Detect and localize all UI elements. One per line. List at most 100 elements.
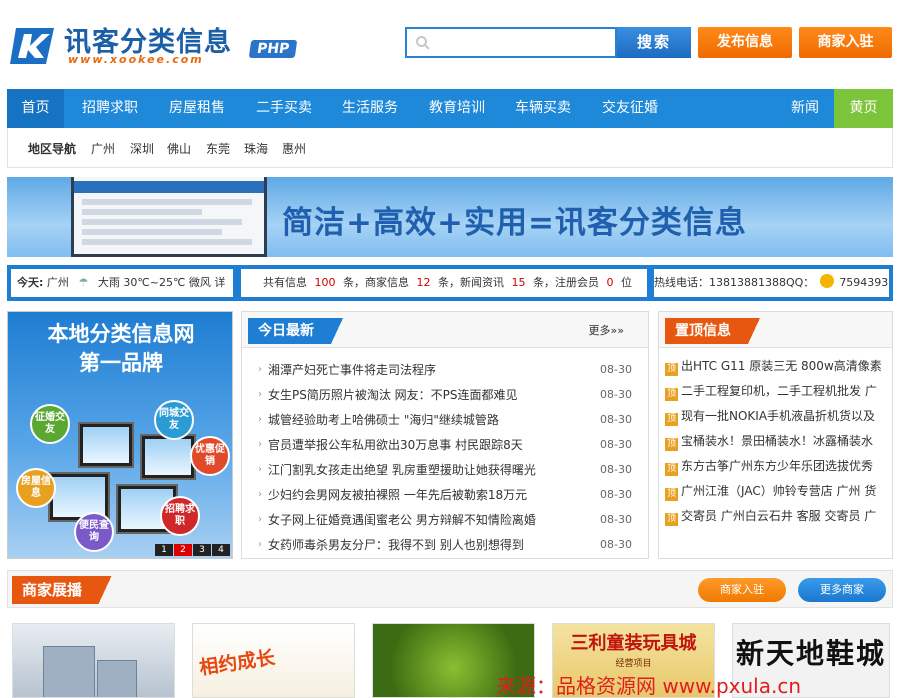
nav-item-dating[interactable]: 交友征婚 xyxy=(592,89,668,128)
site-stats: 共有信息 100 条，商家信息 12 条，新闻资讯 15 条，注册会员 0 位 xyxy=(241,269,647,297)
thumb-text: 新天地鞋城 xyxy=(735,637,886,670)
news-row[interactable]: › 江门割乳女孩走出绝望 乳房重塑援助让她获得曙光 08-30 xyxy=(258,460,632,480)
pinned-title[interactable]: 广州江淮（JAC）帅铃专营店 广州 货 xyxy=(681,484,876,498)
pager-dot[interactable]: 4 xyxy=(212,544,230,556)
nav-item-yellowpages[interactable]: 黄页 xyxy=(834,89,893,128)
bullet-icon: › xyxy=(258,414,262,425)
search-input[interactable] xyxy=(437,31,613,55)
news-title[interactable]: 女生PS简历照片被淘汰 网友：不PS连面都难见 xyxy=(268,385,518,405)
news-row[interactable]: › 女生PS简历照片被淘汰 网友：不PS连面都难见 08-30 xyxy=(258,385,632,405)
logo-url: www.xookee.com xyxy=(68,53,204,66)
pinned-row[interactable]: 顶二手工程复印机，二手工程机批发 广 xyxy=(665,381,887,401)
promo-slideshow[interactable]: 本地分类信息网 第一品牌 征婚交友 同城交友 优惠促销 房屋信息 招聘求职 便民… xyxy=(7,311,233,559)
pinned-title[interactable]: 出HTC G11 原装三无 800w高清像素 xyxy=(681,359,882,373)
news-title[interactable]: 官员遭举报公车私用欲出30万息事 村民跟踪8天 xyxy=(268,435,523,455)
news-row[interactable]: › 城管经验助考上哈佛硕士 "海归"继续城管路 08-30 xyxy=(258,410,632,430)
news-title[interactable]: 湘潭产妇死亡事件将走司法程序 xyxy=(268,360,436,380)
panel-title: 今日最新 xyxy=(248,318,344,344)
nav-item-jobs[interactable]: 招聘求职 xyxy=(72,89,148,128)
bullet-icon: › xyxy=(258,364,262,375)
pinned-badge-icon: 顶 xyxy=(665,413,678,426)
news-title[interactable]: 女药师毒杀男友分尸：我得不到 别人也别想得到 xyxy=(268,535,524,555)
more-merchants-button[interactable]: 更多商家 xyxy=(798,578,886,602)
bullet-icon: › xyxy=(258,539,262,550)
stats-info-count: 100 xyxy=(314,276,336,289)
pinned-title[interactable]: 宝桶装水！景田桶装水！冰露桶装水 xyxy=(681,434,873,448)
stats-mid3: 条，注册会员 xyxy=(533,276,599,289)
promo-title-line2: 第一品牌 xyxy=(79,351,163,375)
more-link[interactable]: 更多»» xyxy=(589,322,624,338)
region-city-link[interactable]: 深圳 xyxy=(130,140,154,157)
region-city-link[interactable]: 惠州 xyxy=(282,140,306,157)
pinned-title[interactable]: 交寄员 广州白云石井 客服 交寄员 广 xyxy=(681,509,876,523)
promo-bubble: 优惠促销 xyxy=(190,436,230,476)
pinned-row[interactable]: 顶出HTC G11 原装三无 800w高清像素 xyxy=(665,356,887,376)
promo-banner[interactable]: 简洁+高效+实用=讯客分类信息 xyxy=(7,177,893,257)
business-join-button[interactable]: 商家入驻 xyxy=(799,27,892,58)
merchant-thumb[interactable]: 相约成长 xyxy=(192,623,355,698)
bullet-icon: › xyxy=(258,439,262,450)
search-icon xyxy=(416,36,430,50)
slideshow-pager: 1 2 3 4 xyxy=(155,544,230,556)
news-row[interactable]: › 湘潭产妇死亡事件将走司法程序 08-30 xyxy=(258,360,632,380)
pinned-row[interactable]: 顶现有一批NOKIA手机液晶折机货以及 xyxy=(665,406,887,426)
merchant-thumb[interactable] xyxy=(12,623,175,698)
pinned-badge-icon: 顶 xyxy=(665,488,678,501)
news-row[interactable]: › 官员遭举报公车私用欲出30万息事 村民跟踪8天 08-30 xyxy=(258,435,632,455)
stats-prefix: 共有信息 xyxy=(263,276,307,289)
panel-header: 今日最新 更多»» xyxy=(242,312,648,348)
weather-label: 今天: xyxy=(17,276,44,289)
nav-item-housing[interactable]: 房屋租售 xyxy=(159,89,235,128)
news-title[interactable]: 女子网上征婚竟遇闺蜜老公 男方辩解不知情险离婚 xyxy=(268,510,536,530)
news-title[interactable]: 城管经验助考上哈佛硕士 "海归"继续城管路 xyxy=(268,410,499,430)
pinned-title[interactable]: 东方古筝广州东方少年乐团选拔优秀 xyxy=(681,459,873,473)
bullet-icon: › xyxy=(258,389,262,400)
qq-icon[interactable] xyxy=(819,274,834,288)
pinned-row[interactable]: 顶广州江淮（JAC）帅铃专营店 广州 货 xyxy=(665,481,887,501)
pinned-row[interactable]: 顶宝桶装水！景田桶装水！冰露桶装水 xyxy=(665,431,887,451)
news-row[interactable]: › 女子网上征婚竟遇闺蜜老公 男方辩解不知情险离婚 08-30 xyxy=(258,510,632,530)
merchant-join-button[interactable]: 商家入驻 xyxy=(698,578,786,602)
banner-slogan: 简洁+高效+实用=讯客分类信息 xyxy=(282,205,747,241)
region-city-link[interactable]: 广州 xyxy=(91,140,115,157)
weather-text[interactable]: 大雨 30℃~25℃ 微风 详 xyxy=(98,276,225,289)
nav-item-home[interactable]: 首页 xyxy=(7,89,64,128)
pinned-badge-icon: 顶 xyxy=(665,513,678,526)
pager-dot[interactable]: 3 xyxy=(193,544,211,556)
pinned-badge-icon: 顶 xyxy=(665,438,678,451)
pinned-row[interactable]: 顶东方古筝广州东方少年乐团选拔优秀 xyxy=(665,456,887,476)
region-city-link[interactable]: 东莞 xyxy=(206,140,230,157)
pinned-title[interactable]: 二手工程复印机，二手工程机批发 广 xyxy=(681,384,877,398)
news-date: 08-30 xyxy=(600,488,632,501)
bullet-icon: › xyxy=(258,489,262,500)
news-title[interactable]: 少妇约会男网友被拍裸照 一年先后被勒索18万元 xyxy=(268,485,527,505)
contact-qq[interactable]: 75943938 xyxy=(839,276,889,289)
pinned-badge-icon: 顶 xyxy=(665,388,678,401)
site-logo[interactable]: 讯客分类信息 www.xookee.com PHP xyxy=(10,22,300,68)
pager-dot[interactable]: 2 xyxy=(174,544,192,556)
nav-item-vehicles[interactable]: 车辆买卖 xyxy=(505,89,581,128)
pager-dot[interactable]: 1 xyxy=(155,544,173,556)
pinned-title[interactable]: 现有一批NOKIA手机液晶折机货以及 xyxy=(681,409,875,423)
region-city-link[interactable]: 珠海 xyxy=(244,140,268,157)
nav-item-secondhand[interactable]: 二手买卖 xyxy=(246,89,322,128)
nav-item-services[interactable]: 生活服务 xyxy=(332,89,408,128)
news-row[interactable]: › 女药师毒杀男友分尸：我得不到 别人也别想得到 08-30 xyxy=(258,535,632,555)
thumb-subtext: 经营项目 xyxy=(615,659,652,669)
region-city-link[interactable]: 佛山 xyxy=(167,140,191,157)
promo-bubble: 房屋信息 xyxy=(16,468,56,508)
nav-item-news[interactable]: 新闻 xyxy=(777,89,833,128)
search-button[interactable]: 搜索 xyxy=(617,27,691,58)
post-info-button[interactable]: 发布信息 xyxy=(698,27,792,58)
promo-bubble: 招聘求职 xyxy=(160,496,200,536)
news-date: 08-30 xyxy=(600,538,632,551)
nav-item-education[interactable]: 教育培训 xyxy=(419,89,495,128)
stats-mid1: 条，商家信息 xyxy=(343,276,409,289)
logo-php-badge: PHP xyxy=(248,40,298,58)
weather-city: 广州 xyxy=(46,276,69,289)
pinned-row[interactable]: 顶交寄员 广州白云石井 客服 交寄员 广 xyxy=(665,506,887,526)
news-row[interactable]: › 少妇约会男网友被拍裸照 一年先后被勒索18万元 08-30 xyxy=(258,485,632,505)
tv-image xyxy=(140,434,196,480)
news-title[interactable]: 江门割乳女孩走出绝望 乳房重塑援助让她获得曙光 xyxy=(268,460,536,480)
thumb-text: 三利童装玩具城 xyxy=(570,633,697,654)
